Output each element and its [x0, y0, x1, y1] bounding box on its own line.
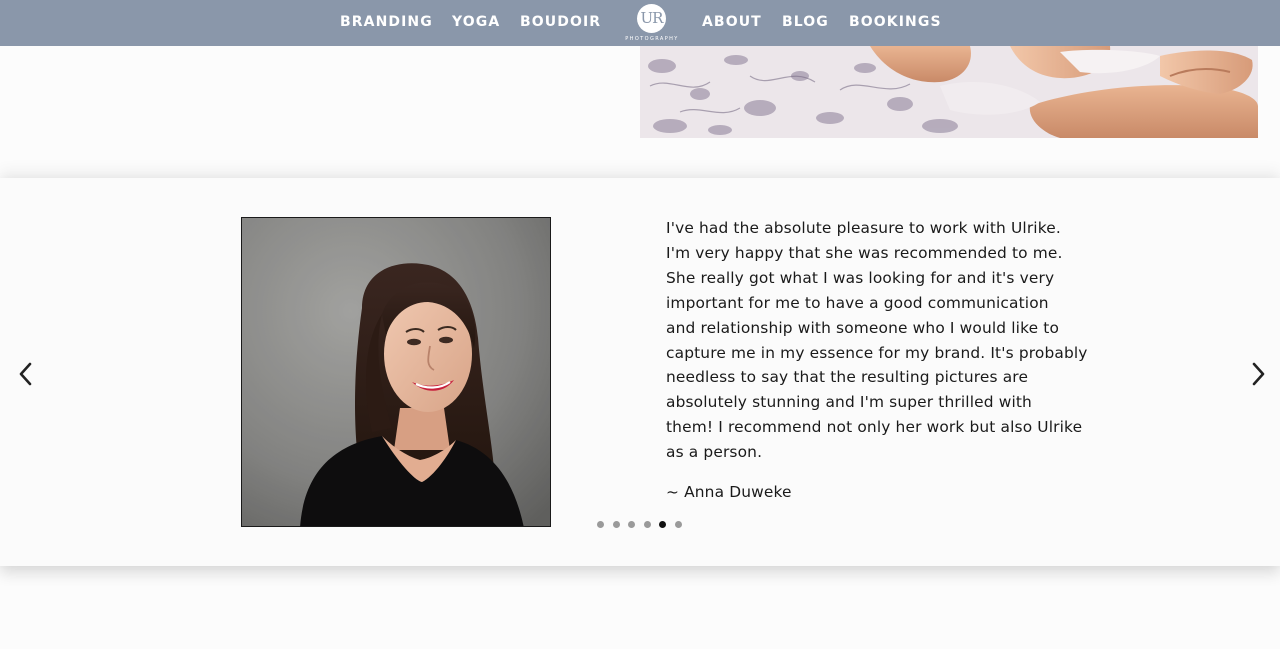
quote-line: I'm very happy that she was recommended …	[666, 243, 1063, 262]
carousel-prev-button[interactable]	[16, 360, 36, 388]
nav-link-branding[interactable]: BRANDING	[340, 14, 433, 30]
testimonial-portrait	[241, 217, 551, 527]
nav-link-blog[interactable]: BLOG	[782, 14, 829, 30]
carousel-next-button[interactable]	[1248, 360, 1268, 388]
quote-line: capture me in my essence for my brand. I…	[666, 343, 1088, 362]
quote-line: as a person.	[666, 443, 763, 462]
nav-link-about[interactable]: ABOUT	[702, 14, 762, 30]
quote-line: important for me to have a good communic…	[666, 293, 1049, 312]
carousel-dot[interactable]	[612, 521, 620, 528]
nav-link-bookings[interactable]: BOOKINGS	[849, 14, 942, 30]
quote-line: She really got what I was looking for an…	[666, 268, 1055, 287]
carousel-dot[interactable]	[674, 521, 682, 528]
quote-line: and relationship with someone who I woul…	[666, 318, 1060, 337]
quote-line: absolutely stunning and I'm super thrill…	[666, 393, 1032, 412]
testimonial-carousel: I've had the absolute pleasure to work w…	[0, 178, 1280, 566]
site-header: BRANDING YOGA BOUDOIR UR PHOTOGRAPHY ABO…	[0, 0, 1280, 46]
gallery-photo-boudoir	[640, 46, 1258, 138]
testimonial-quote: I've had the absolute pleasure to work w…	[666, 216, 1116, 465]
chevron-right-icon	[1252, 362, 1265, 386]
carousel-dot[interactable]	[628, 521, 635, 528]
quote-line: them! I recommend not only her work but …	[666, 418, 1083, 437]
carousel-dot[interactable]	[597, 521, 604, 528]
quote-line: needless to say that the resulting pictu…	[666, 368, 1029, 387]
boudoir-photo-art	[640, 46, 1258, 138]
logo-letters: UR	[640, 9, 664, 27]
nav-link-yoga[interactable]: YOGA	[452, 14, 500, 30]
logo-subtitle: PHOTOGRAPHY	[625, 36, 679, 42]
chevron-left-icon	[19, 362, 32, 386]
nav-link-boudoir[interactable]: BOUDOIR	[520, 14, 601, 30]
portrait-photo-art	[242, 218, 550, 526]
testimonial-author: ~ Anna Duweke	[666, 483, 792, 501]
carousel-dot[interactable]	[643, 521, 651, 528]
site-logo[interactable]: UR PHOTOGRAPHY	[620, 4, 684, 44]
carousel-dot[interactable]	[659, 521, 666, 528]
quote-line: I've had the absolute pleasure to work w…	[666, 219, 1061, 237]
